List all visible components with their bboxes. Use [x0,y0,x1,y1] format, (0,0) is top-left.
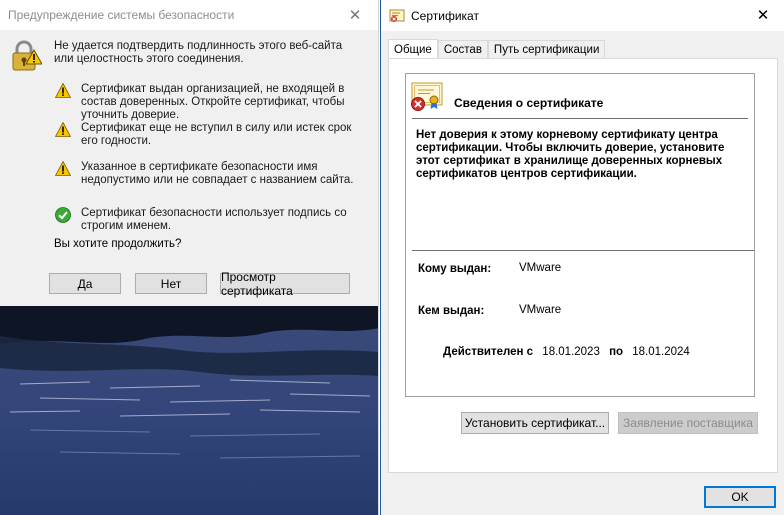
header-text: Не удается подтвердить подлинность этого… [54,40,343,65]
valid-from-label: Действителен с [443,346,534,358]
list-item-text: Указанное в сертификате безопасности имя… [81,161,354,186]
window-title: Предупреждение системы безопасности [8,8,235,22]
issued-by-label: Кем выдан: [418,305,485,317]
close-icon[interactable]: ✕ [748,0,778,30]
continue-question: Вы хотите продолжить? [54,238,182,250]
trust-warning-message: Нет доверия к этому корневому сертификат… [416,129,725,180]
yes-button[interactable]: Да [49,273,121,294]
issued-by-value: VMware [519,304,562,316]
view-certificate-button[interactable]: Просмотр сертификата [220,270,350,298]
certificate-icon [389,9,405,22]
divider [412,250,754,251]
close-icon[interactable]: ✕ [340,0,370,30]
ok-button[interactable]: OK [704,486,776,508]
title-bar: Предупреждение системы безопасности ✕ [0,0,378,30]
dialog-body: Не удается подтвердить подлинность этого… [0,30,378,306]
list-item: Сертификат еще не вступил в силу или ист… [55,122,371,148]
issued-to-label: Кому выдан: [418,263,492,275]
desktop-wallpaper [0,306,378,515]
warning-icon [55,83,71,98]
lock-warning-icon [12,40,42,71]
valid-from-date: 18.01.2023 [542,346,600,358]
warning-icon [55,161,71,176]
install-certificate-button[interactable]: Установить сертификат... [461,412,609,434]
issued-to-value: VMware [519,262,562,274]
certificate-info-title: Сведения о сертификате [454,96,604,110]
check-icon [55,207,71,223]
wallpaper-image [0,306,378,515]
divider [412,118,748,119]
valid-to-date: 18.01.2024 [632,346,690,358]
tab-certification-path[interactable]: Путь сертификации [487,40,606,59]
window-title: Сертификат [411,8,479,23]
issuer-statement-button[interactable]: Заявление поставщика [618,412,758,434]
tab-details[interactable]: Состав [437,40,488,59]
list-item: Указанное в сертификате безопасности имя… [55,161,361,187]
title-bar: Сертификат ✕ [381,0,784,31]
certificate-info-box: Сведения о сертификате Нет доверия к это… [405,73,755,397]
tab-bar: Общие Состав Путь сертификации [388,39,606,59]
no-button[interactable]: Нет [135,273,207,294]
list-item: Сертификат безопасности использует подпи… [55,207,361,233]
list-item-text: Сертификат выдан организацией, не входящ… [81,83,345,121]
security-warning-window: Предупреждение системы безопасности ✕ Не… [0,0,379,515]
validity-row: Действителен с 18.01.2023 по 18.01.2024 [443,346,690,358]
list-item: Сертификат выдан организацией, не входящ… [55,83,351,122]
list-item-text: Сертификат безопасности использует подпи… [81,207,347,232]
untrusted-certificate-icon [411,82,443,111]
issued-by-row: Кем выдан: [418,305,484,317]
certificate-window: Сертификат ✕ Общие Состав Путь сертифика… [380,0,784,515]
list-item-text: Сертификат еще не вступил в силу или ист… [81,122,352,147]
tab-panel-general: Сведения о сертификате Нет доверия к это… [388,58,778,473]
issued-to-row: Кому выдан: [418,263,491,275]
valid-to-label: по [609,346,624,358]
header-row: Не удается подтвердить подлинность этого… [10,40,359,72]
tab-general[interactable]: Общие [388,39,438,59]
warning-icon [55,122,71,137]
